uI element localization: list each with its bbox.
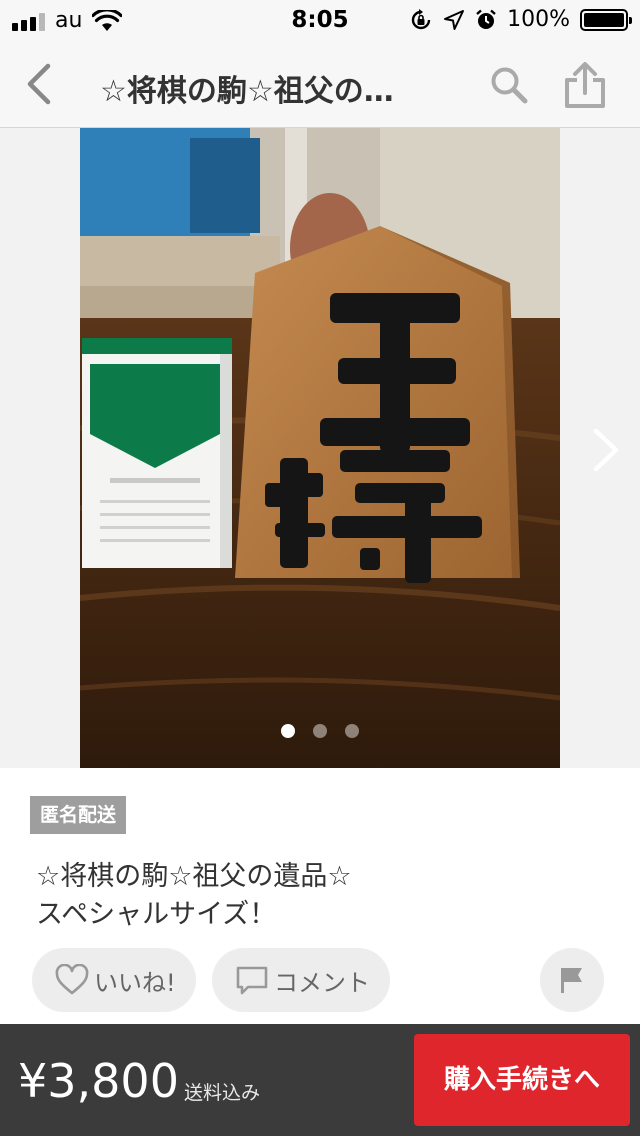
battery-fill — [584, 12, 624, 27]
buy-button[interactable]: 購入手続きへ — [414, 1034, 630, 1126]
gallery-pagination-dots[interactable] — [0, 724, 640, 738]
item-photo[interactable] — [80, 128, 560, 768]
price-label: ¥3,800 — [18, 1054, 179, 1108]
page-title: ☆将棋の駒☆祖父の… — [100, 74, 394, 109]
battery-icon — [580, 8, 632, 31]
comment-bubble-icon — [236, 966, 268, 995]
report-flag-button[interactable] — [540, 948, 604, 1012]
pagination-dot[interactable] — [313, 724, 327, 738]
shogi-piece-photo — [80, 128, 560, 768]
rotation-lock-icon — [411, 8, 431, 29]
item-title-line-1: ☆将棋の駒☆祖父の遺品☆ — [36, 861, 352, 892]
anonymous-shipping-badge: 匿名配送 — [30, 796, 127, 834]
battery-percent: 100% — [507, 7, 570, 32]
share-icon[interactable] — [562, 60, 608, 110]
item-title-line-2: スペシャルサイズ！ — [36, 899, 277, 930]
pagination-dot[interactable] — [281, 724, 295, 738]
item-detail-screen: au 8:05 100% ☆将棋の駒☆祖父の… 匿名配送 ☆将棋の駒☆祖父の遺品… — [0, 0, 640, 1136]
heart-icon — [55, 964, 89, 995]
back-chevron-icon[interactable] — [20, 62, 64, 106]
alarm-icon — [476, 9, 496, 29]
comment-button[interactable]: コメント — [212, 948, 390, 1012]
search-icon[interactable] — [488, 64, 530, 106]
flag-icon — [561, 968, 582, 993]
image-gallery[interactable] — [0, 128, 640, 768]
status-right: 100% — [409, 7, 632, 32]
purchase-bar: ¥3,800 送料込み 購入手続きへ — [0, 1024, 640, 1136]
item-title: ☆将棋の駒☆祖父の遺品☆ スペシャルサイズ！ — [36, 858, 596, 934]
pagination-dot[interactable] — [345, 724, 359, 738]
like-label: いいね! — [94, 968, 176, 997]
like-button[interactable]: いいね! — [32, 948, 196, 1012]
shipping-included-label: 送料込み — [184, 1082, 261, 1104]
location-arrow-icon — [444, 9, 465, 30]
next-image-chevron-icon[interactable] — [590, 428, 622, 472]
comment-label: コメント — [274, 968, 370, 997]
navigation-bar: ☆将棋の駒☆祖父の… — [0, 40, 640, 128]
status-bar: au 8:05 100% — [0, 0, 640, 40]
